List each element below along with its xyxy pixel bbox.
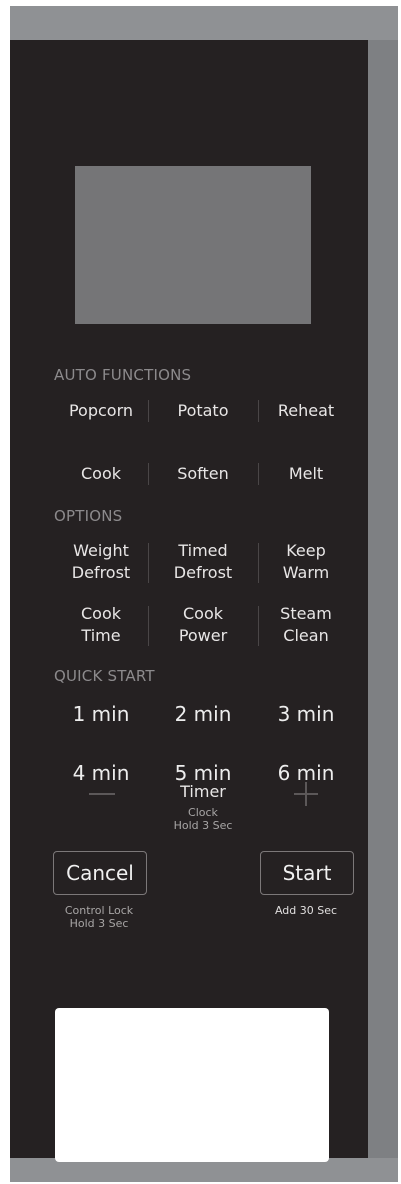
separator xyxy=(148,543,149,583)
cook-time-line2: Time xyxy=(81,626,121,645)
plus-button-vertical[interactable] xyxy=(305,782,307,806)
cook-time-button[interactable]: Cook Time xyxy=(51,603,151,647)
timed-defrost-line2: Defrost xyxy=(173,563,233,582)
cancel-button[interactable]: Cancel xyxy=(53,851,147,895)
cancel-sub-lock: Control Lock xyxy=(64,904,134,917)
label-card xyxy=(55,1008,329,1162)
keep-warm-button[interactable]: Keep Warm xyxy=(256,540,356,584)
soften-button[interactable]: Soften xyxy=(153,463,253,485)
timed-defrost-line1: Timed xyxy=(178,541,228,560)
microwave-control-frame: AUTO FUNCTIONS Popcorn Potato Reheat Coo… xyxy=(0,0,401,1184)
cook-power-button[interactable]: Cook Power xyxy=(153,603,253,647)
steam-clean-line2: Clean xyxy=(283,626,329,645)
reheat-button[interactable]: Reheat xyxy=(256,400,356,422)
separator xyxy=(148,400,149,422)
weight-defrost-line2: Defrost xyxy=(71,563,131,582)
minus-button[interactable] xyxy=(89,793,115,795)
panel-bezel-edge xyxy=(368,40,398,1158)
steam-clean-line1: Steam xyxy=(280,604,332,623)
cancel-sub-label: Control Lock Hold 3 Sec xyxy=(46,904,152,930)
popcorn-button[interactable]: Popcorn xyxy=(51,400,151,422)
timer-sub-label: Clock Hold 3 Sec xyxy=(153,806,253,832)
cook-power-line1: Cook xyxy=(182,604,223,623)
start-button[interactable]: Start xyxy=(260,851,354,895)
cook-power-line2: Power xyxy=(178,626,228,645)
separator xyxy=(148,606,149,646)
quick-3-min-button[interactable]: 3 min xyxy=(256,702,356,726)
quick-1-min-button[interactable]: 1 min xyxy=(51,702,151,726)
timer-button[interactable]: Timer xyxy=(153,782,253,801)
cook-button[interactable]: Cook xyxy=(51,463,151,485)
steam-clean-button[interactable]: Steam Clean xyxy=(256,603,356,647)
timed-defrost-button[interactable]: Timed Defrost xyxy=(153,540,253,584)
keep-warm-line2: Warm xyxy=(282,563,330,582)
section-auto-functions: AUTO FUNCTIONS xyxy=(54,366,192,384)
cook-time-line1: Cook xyxy=(80,604,121,623)
timer-sub-hold: Hold 3 Sec xyxy=(173,819,233,832)
melt-button[interactable]: Melt xyxy=(256,463,356,485)
display-screen xyxy=(75,166,311,324)
keep-warm-line1: Keep xyxy=(286,541,326,560)
section-options: OPTIONS xyxy=(54,507,123,525)
section-quick-start: QUICK START xyxy=(54,667,155,685)
quick-4-min-button[interactable]: 4 min xyxy=(51,761,151,785)
start-sub-label: Add 30 Sec xyxy=(274,904,338,917)
weight-defrost-line1: Weight xyxy=(73,541,129,560)
control-panel: AUTO FUNCTIONS Popcorn Potato Reheat Coo… xyxy=(10,40,368,1162)
weight-defrost-button[interactable]: Weight Defrost xyxy=(51,540,151,584)
cancel-sub-hold: Hold 3 Sec xyxy=(69,917,129,930)
potato-button[interactable]: Potato xyxy=(153,400,253,422)
timer-sub-clock: Clock xyxy=(188,806,218,819)
separator xyxy=(148,463,149,485)
quick-2-min-button[interactable]: 2 min xyxy=(153,702,253,726)
